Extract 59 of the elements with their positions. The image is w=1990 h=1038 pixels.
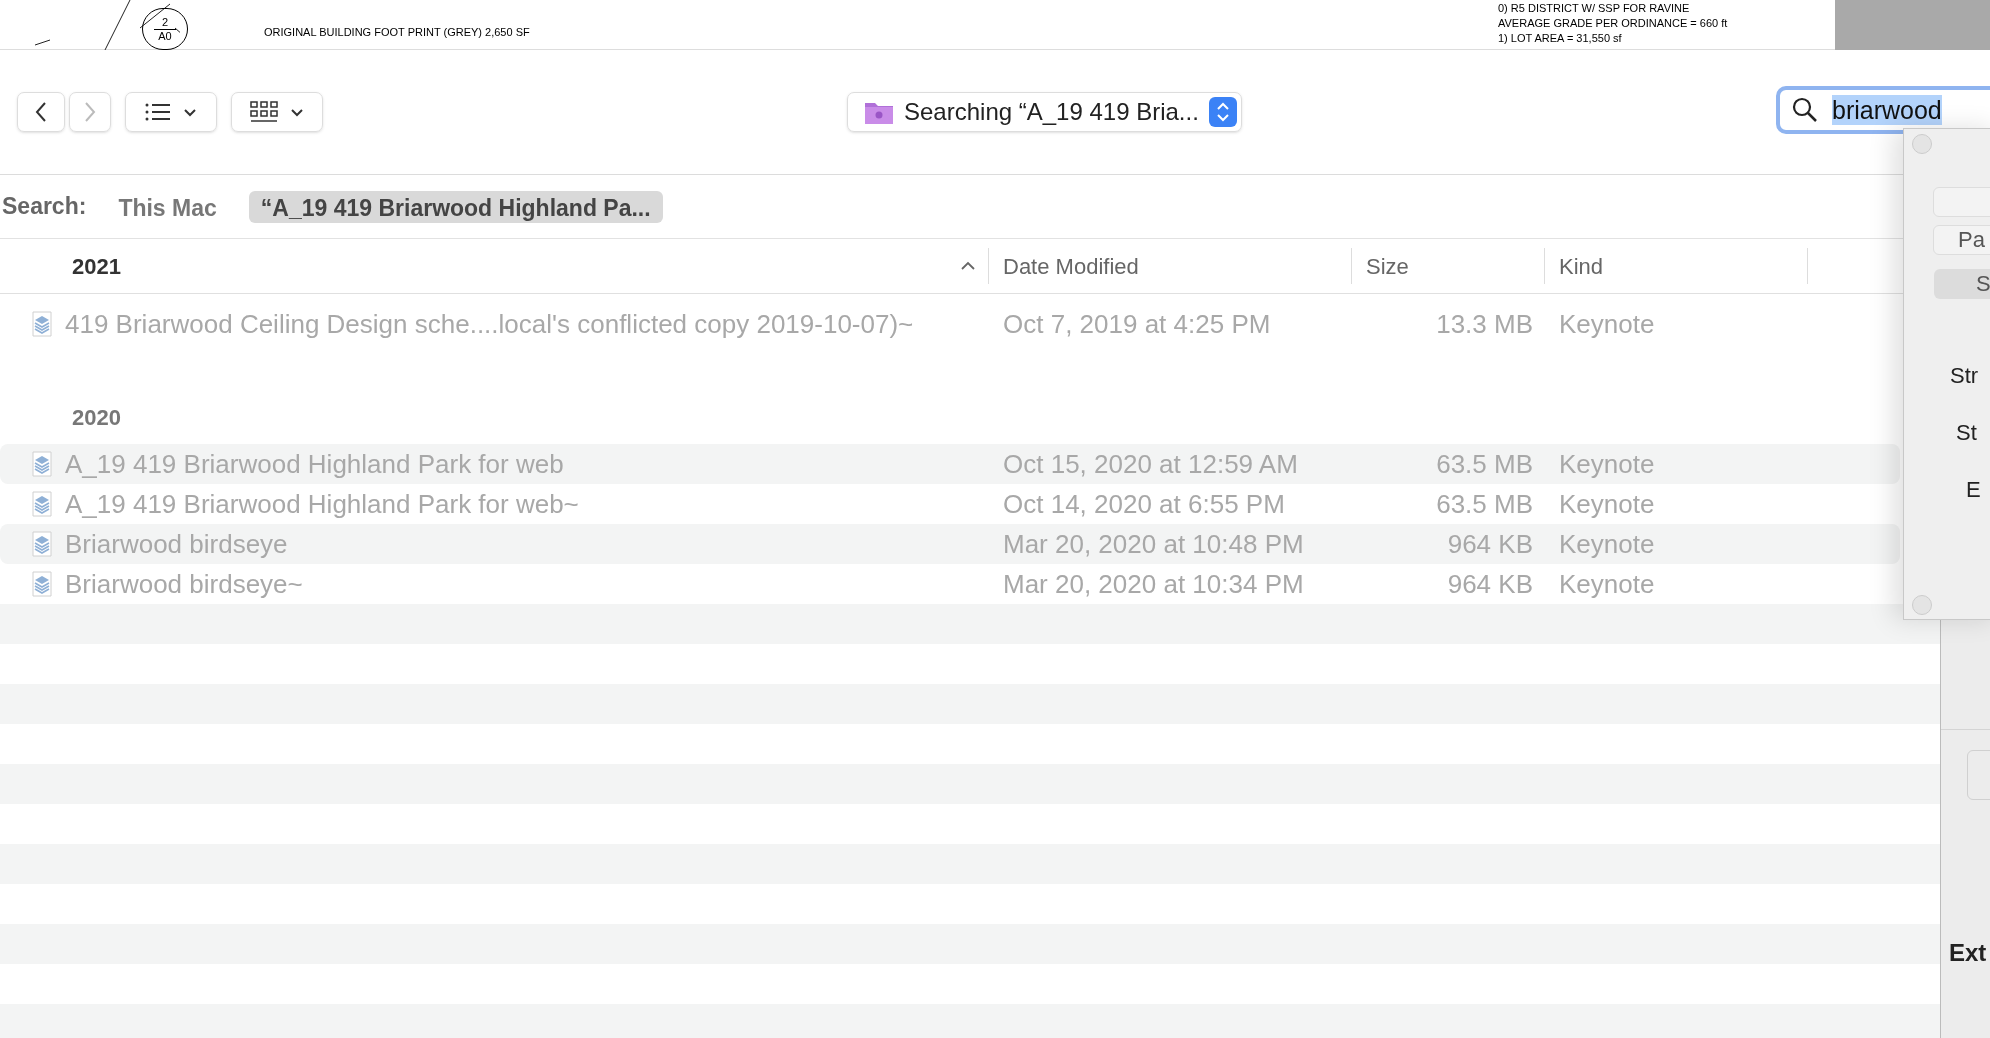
group-heading: 2021 (72, 252, 121, 281)
panel-button[interactable]: S (1934, 269, 1990, 299)
size-cell-text: 964 KB (1446, 567, 1534, 601)
kind-cell-text: Keynote (1558, 447, 1656, 481)
scope-option[interactable]: “A_19 419 Briarwood Highland Pa... (248, 190, 663, 223)
chevron-left-icon (35, 101, 47, 123)
size-cell-text: 63.5 MB (1435, 447, 1534, 481)
file-name: Briarwood birdseye (65, 527, 288, 561)
location-popup-button[interactable]: Searching “A_19 419 Bria... (847, 92, 1242, 132)
group-heading: 2020 (72, 404, 121, 432)
scope-label: Search: (2, 192, 87, 222)
panel-label: E (1965, 476, 1981, 504)
column-header[interactable]: Date Modified (989, 248, 1352, 284)
column-header[interactable]: Kind (1545, 248, 1808, 284)
file-name: A_19 419 Briarwood Highland Park for web~ (65, 487, 579, 521)
panel-heading: Ext (1948, 938, 1988, 968)
keynote-file-icon (31, 451, 53, 477)
size-cell-text: 63.5 MB (1435, 487, 1534, 521)
drawing-note: 1) LOT AREA = 31,550 sf (1498, 31, 1623, 46)
grid-view-button[interactable] (231, 92, 323, 132)
stepper-icon (1208, 97, 1237, 127)
chevron-down-icon (183, 107, 197, 117)
list-view-button[interactable] (125, 92, 217, 132)
size-cell-text: 13.3 MB (1435, 307, 1534, 341)
drawing-note: 0) R5 DISTRICT W/ SSP FOR RAVINE (1498, 1, 1691, 16)
keynote-file-icon (31, 491, 53, 517)
grid-icon (250, 101, 278, 123)
keynote-file-icon (31, 311, 53, 337)
search-icon (1792, 97, 1818, 123)
kind-cell-text: Keynote (1558, 487, 1656, 521)
kind-cell-text: Keynote (1558, 567, 1656, 601)
list-icon (145, 103, 171, 121)
file-name: A_19 419 Briarwood Highland Park for web (65, 447, 564, 481)
keynote-file-icon (31, 571, 53, 597)
panel-button[interactable]: Pa (1933, 225, 1990, 255)
window-button[interactable] (1912, 134, 1932, 154)
back-button[interactable] (17, 92, 65, 132)
size-cell-text: 964 KB (1446, 527, 1534, 561)
drawing-note: AVERAGE GRADE PER ORDINANCE = 660 ft (1498, 16, 1728, 31)
kind-cell-text: Keynote (1558, 527, 1656, 561)
file-name: Briarwood birdseye~ (65, 567, 303, 601)
window-button[interactable] (1912, 595, 1932, 615)
search-field[interactable]: briarwood (1776, 86, 1990, 134)
date-cell-text: Oct 14, 2020 at 6:55 PM (1002, 487, 1286, 521)
file-name: 419 Briarwood Ceiling Design sche....local's conflicted copy 2019-10-07)~ (65, 307, 914, 341)
chevron-down-icon (290, 107, 304, 117)
date-cell-text: Mar 20, 2020 at 10:48 PM (1002, 527, 1305, 561)
scope-option[interactable]: This Mac (106, 190, 229, 223)
sort-ascending-icon (960, 261, 976, 271)
keynote-file-icon (31, 531, 53, 557)
date-cell-text: Mar 20, 2020 at 10:34 PM (1002, 567, 1305, 601)
panel-label: St (1955, 419, 1977, 447)
chevron-right-icon (84, 101, 96, 123)
kind-cell-text: Keynote (1558, 307, 1656, 341)
panel-label: Str (1949, 362, 1979, 390)
date-cell-text: Oct 7, 2019 at 4:25 PM (1002, 307, 1272, 341)
drawing-label: ORIGINAL BUILDING FOOT PRINT (GREY) 2,650 SF (264, 26, 530, 39)
date-cell-text: Oct 15, 2020 at 12:59 AM (1002, 447, 1299, 481)
column-header[interactable]: Size (1352, 248, 1545, 284)
